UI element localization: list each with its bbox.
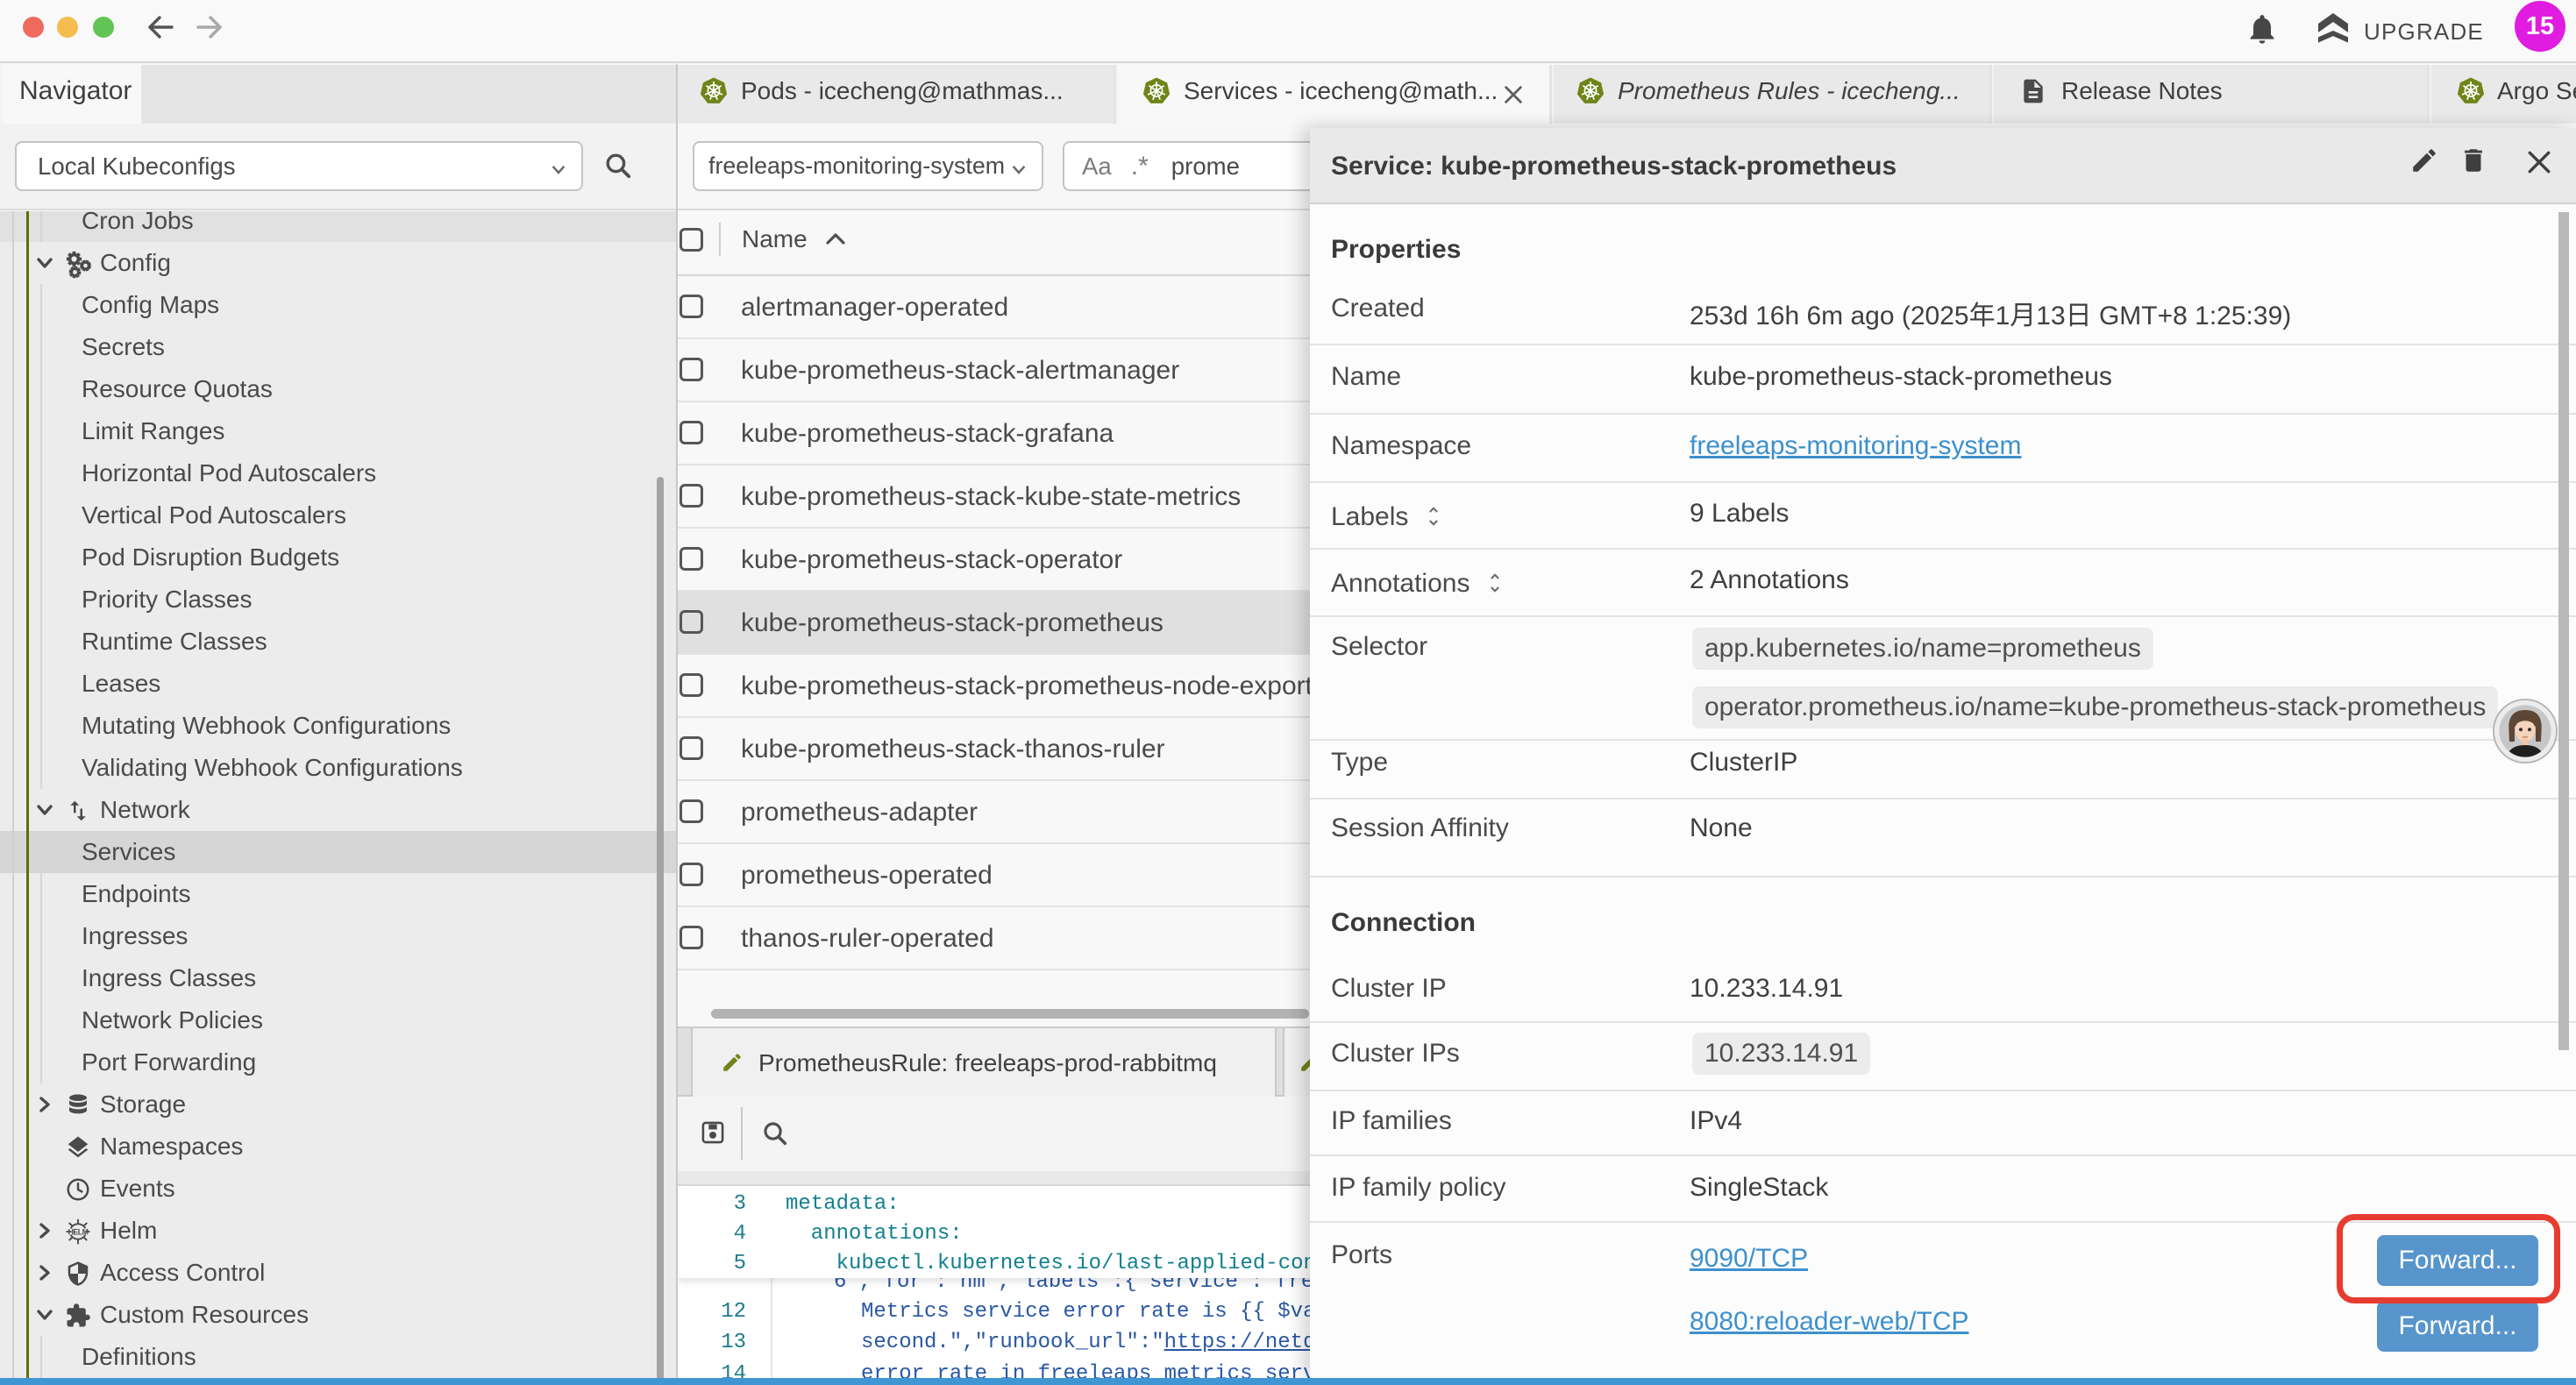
svg-text:HELM: HELM bbox=[68, 1227, 89, 1236]
